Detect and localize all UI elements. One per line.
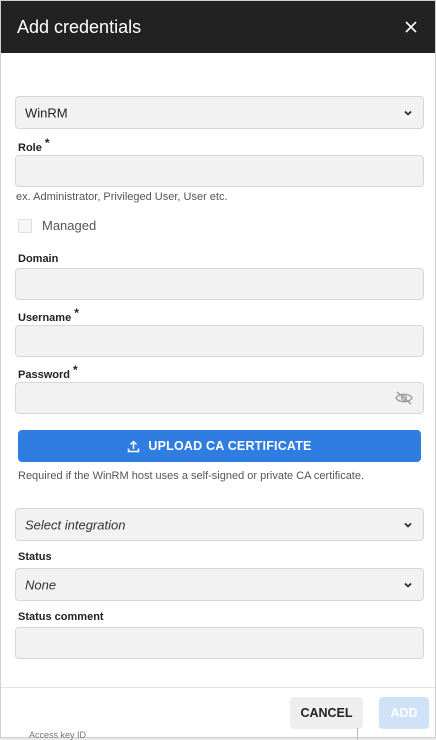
status-select[interactable]: None (15, 568, 424, 601)
upload-button-label: UPLOAD CA CERTIFICATE (148, 439, 312, 453)
status-comment-label: Status comment (18, 611, 104, 623)
managed-checkbox[interactable] (18, 218, 32, 233)
integration-select[interactable]: Select integration (15, 508, 424, 541)
password-input[interactable] (15, 382, 424, 414)
cancel-button[interactable]: CANCEL (290, 697, 363, 729)
status-label: Status (18, 551, 52, 563)
password-label: Password * (18, 363, 78, 381)
username-input[interactable] (15, 325, 424, 357)
dialog-title: Add credentials (17, 16, 142, 37)
background-divider (357, 728, 358, 740)
upload-hint: Required if the WinRM host uses a self-s… (18, 470, 365, 482)
close-icon[interactable] (399, 15, 423, 39)
role-hint: ex. Administrator, Privileged User, User… (16, 191, 228, 203)
status-comment-input[interactable] (15, 627, 424, 659)
managed-label: Managed (42, 218, 97, 233)
status-value: None (25, 577, 57, 592)
background-peek-text: Access key ID (29, 730, 87, 740)
chevron-down-icon (404, 522, 412, 528)
chevron-down-icon (404, 582, 412, 588)
username-label: Username * (18, 306, 79, 324)
dialog-header: Add credentials (1, 1, 435, 53)
dialog-body: WinRM Role * ex. Administrator, Privilege… (1, 53, 435, 687)
role-input[interactable] (15, 155, 424, 187)
add-credentials-dialog: Add credentials WinRM Role * ex. Administ… (0, 0, 436, 738)
credential-type-value: WinRM (25, 105, 68, 120)
upload-ca-certificate-button[interactable]: UPLOAD CA CERTIFICATE (18, 430, 421, 462)
credential-type-select[interactable]: WinRM (15, 96, 424, 129)
domain-label: Domain (18, 253, 59, 265)
managed-checkbox-row: Managed (18, 218, 96, 233)
add-button: ADD (379, 697, 429, 729)
upload-icon (128, 439, 140, 452)
integration-placeholder: Select integration (25, 517, 126, 532)
chevron-down-icon (404, 110, 412, 116)
domain-input[interactable] (15, 268, 424, 300)
eye-off-icon[interactable] (395, 391, 413, 405)
role-label: Role * (18, 136, 50, 154)
